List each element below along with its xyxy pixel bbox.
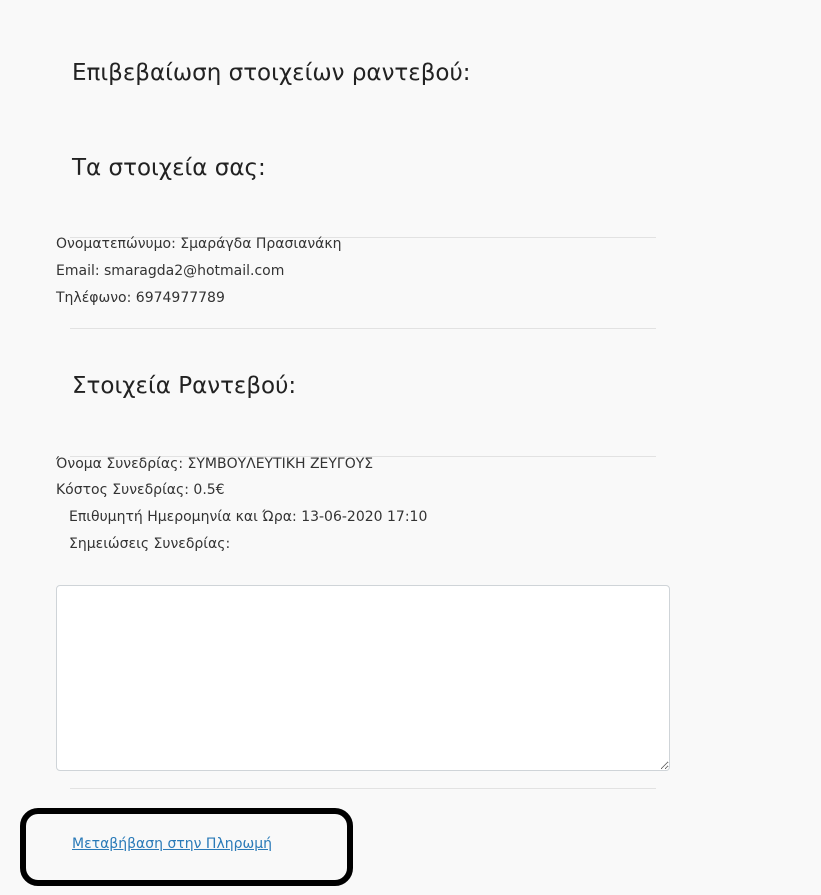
session-name-text: Όνομα Συνεδρίας: ΣΥΜΒΟΥΛΕΥΤΙΚΗ ΖΕΥΓΟΥΣ xyxy=(56,456,374,472)
divider xyxy=(70,328,656,329)
appointment-details-heading: Στοιχεία Ραντεβού: xyxy=(72,373,297,399)
desired-datetime-text: Επιθυμητή Ημερομηνία και Ώρα: 13-06-2020… xyxy=(69,509,428,525)
notes-label: Σημειώσεις Συνεδρίας: xyxy=(69,536,231,552)
user-email-text: Email: smaragda2@hotmail.com xyxy=(56,263,285,279)
session-cost-text: Κόστος Συνεδρίας: 0.5€ xyxy=(56,482,225,498)
session-notes-textarea[interactable] xyxy=(56,585,670,771)
divider xyxy=(70,788,656,789)
appointment-confirmation-page: Επιβεβαίωση στοιχείων ραντεβού: Τα στοιχ… xyxy=(0,0,821,895)
page-title: Επιβεβαίωση στοιχείων ραντεβού: xyxy=(72,60,471,86)
user-name-text: Ονοματεπώνυμο: Σμαράγδα Πρασιανάκη xyxy=(56,236,342,252)
proceed-to-payment-link[interactable]: Μεταβήβαση στην Πληρωμή xyxy=(72,836,272,852)
user-phone-text: Τηλέφωνο: 6974977789 xyxy=(56,290,225,306)
your-details-heading: Τα στοιχεία σας: xyxy=(72,155,266,181)
